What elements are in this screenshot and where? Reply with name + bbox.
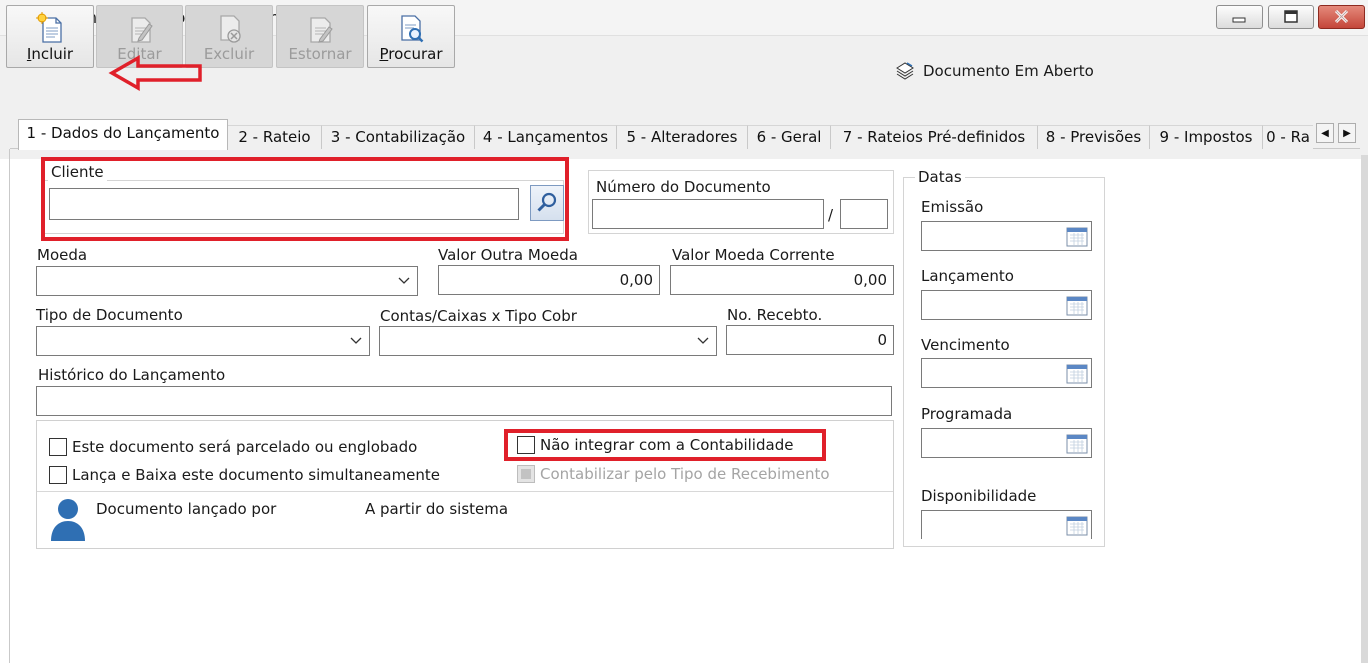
- estornar-label: Estornar: [288, 45, 352, 63]
- no-recebto-input[interactable]: 0: [726, 325, 894, 355]
- parcelado-checkbox[interactable]: [49, 438, 67, 456]
- search-document-icon: [401, 15, 424, 43]
- document-stack-icon: [896, 62, 914, 80]
- procurar-label-text: rocurar: [388, 45, 443, 63]
- numero-documento-separator: /: [828, 206, 834, 224]
- chevron-down-icon: [398, 277, 410, 284]
- maximize-icon: [1284, 10, 1298, 23]
- valor-moeda-corrente-input[interactable]: 0,00: [670, 265, 894, 295]
- tab-previsoes[interactable]: 8 - Previsões: [1038, 125, 1150, 149]
- annotation-arrow-icon: [108, 54, 202, 92]
- calendar-icon[interactable]: [1066, 295, 1088, 316]
- vencimento-date-input[interactable]: [921, 358, 1092, 388]
- tab-geral[interactable]: 6 - Geral: [748, 125, 831, 149]
- tab-contabilizacao[interactable]: 3 - Contabilização: [322, 125, 475, 149]
- calendar-icon[interactable]: [1066, 515, 1088, 536]
- options-divider: [37, 491, 893, 492]
- maximize-button[interactable]: [1268, 5, 1314, 29]
- moeda-select[interactable]: [36, 266, 418, 296]
- new-document-icon: [36, 12, 62, 43]
- incluir-label: Incluir: [26, 45, 74, 63]
- document-status: Documento Em Aberto: [893, 60, 1094, 82]
- valor-outra-moeda-label: Valor Outra Moeda: [438, 246, 578, 264]
- historico-label: Histórico do Lançamento: [38, 366, 226, 384]
- tab-rateio[interactable]: 2 - Rateio: [228, 125, 322, 149]
- tab-impostos[interactable]: 9 - Impostos: [1150, 125, 1263, 149]
- user-icon: [51, 499, 85, 541]
- disponibilidade-label: Disponibilidade: [921, 487, 1037, 505]
- minimize-icon: [1232, 17, 1246, 23]
- datas-title: Datas: [915, 168, 965, 186]
- calendar-icon[interactable]: [1066, 433, 1088, 454]
- parcelado-label: Este documento será parcelado ou engloba…: [72, 438, 418, 456]
- triangle-left-icon: ◀: [1321, 127, 1329, 139]
- tab-ra[interactable]: 0 - Ra: [1263, 125, 1313, 149]
- panel-border: [9, 149, 10, 663]
- programada-date-input[interactable]: [921, 428, 1092, 458]
- delete-document-icon: [220, 15, 241, 43]
- chevron-down-icon: [697, 337, 709, 344]
- numero-documento-input[interactable]: [592, 199, 824, 229]
- close-icon: [1334, 9, 1349, 24]
- calendar-icon[interactable]: [1066, 226, 1088, 247]
- emissao-date-input[interactable]: [921, 221, 1092, 251]
- minimize-button[interactable]: [1216, 5, 1263, 29]
- contabilizar-tipo-checkbox[interactable]: [517, 465, 535, 483]
- tab-scroll-right-button[interactable]: ▶: [1338, 123, 1356, 143]
- reverse-entry-icon: [310, 17, 333, 43]
- emissao-label: Emissão: [921, 198, 984, 216]
- chevron-down-icon: [350, 337, 362, 344]
- triangle-right-icon: ▶: [1343, 127, 1351, 139]
- incluir-button[interactable]: Incluir: [6, 5, 94, 68]
- incluir-label-text: ncluir: [31, 45, 74, 63]
- valor-moeda-corrente-label: Valor Moeda Corrente: [672, 246, 835, 264]
- tab-lancamentos[interactable]: 4 - Lançamentos: [475, 125, 617, 149]
- numero-documento-suffix-input[interactable]: [840, 199, 888, 229]
- tab-scroll-left-button[interactable]: ◀: [1316, 123, 1334, 143]
- lancamento-date-input[interactable]: [921, 290, 1092, 320]
- valor-outra-moeda-input[interactable]: 0,00: [438, 265, 660, 295]
- nao-integrar-highlight: [504, 429, 826, 461]
- panel-scrollbar[interactable]: [1361, 155, 1368, 663]
- vencimento-label: Vencimento: [921, 336, 1010, 354]
- close-button[interactable]: [1318, 5, 1365, 29]
- contas-caixas-label: Contas/Caixas x Tipo Cobr: [380, 307, 577, 325]
- moeda-label: Moeda: [37, 246, 88, 264]
- estornar-button[interactable]: Estornar: [276, 5, 364, 68]
- document-status-text: Documento Em Aberto: [923, 62, 1094, 80]
- no-recebto-label: No. Recebto.: [727, 306, 823, 324]
- lanca-baixa-checkbox[interactable]: [49, 466, 67, 484]
- programada-label: Programada: [921, 405, 1013, 423]
- tab-dados-lancamento[interactable]: 1 - Dados do Lançamento: [18, 119, 228, 150]
- tipo-documento-select[interactable]: [36, 326, 370, 356]
- disponibilidade-date-input[interactable]: [921, 510, 1092, 539]
- cliente-highlight: [41, 157, 569, 241]
- lancamento-label: Lançamento: [921, 267, 1014, 285]
- lancado-origin-text: A partir do sistema: [365, 500, 509, 518]
- edit-document-icon: [130, 17, 153, 43]
- lanca-baixa-label: Lança e Baixa este documento simultaneam…: [72, 466, 441, 484]
- tab-alteradores[interactable]: 5 - Alteradores: [617, 125, 748, 149]
- calendar-icon[interactable]: [1066, 363, 1088, 384]
- procurar-button[interactable]: Procurar: [367, 5, 455, 68]
- lancado-por-label: Documento lançado por: [96, 500, 277, 518]
- historico-input[interactable]: [36, 386, 892, 416]
- contas-caixas-select[interactable]: [379, 326, 717, 356]
- contabilizar-tipo-label: Contabilizar pelo Tipo de Recebimento: [540, 465, 830, 483]
- tipo-documento-label: Tipo de Documento: [36, 306, 183, 324]
- tab-rateios-predefinidos[interactable]: 7 - Rateios Pré-definidos: [831, 125, 1038, 149]
- procurar-label: Procurar: [379, 45, 443, 63]
- numero-documento-label: Número do Documento: [596, 178, 771, 196]
